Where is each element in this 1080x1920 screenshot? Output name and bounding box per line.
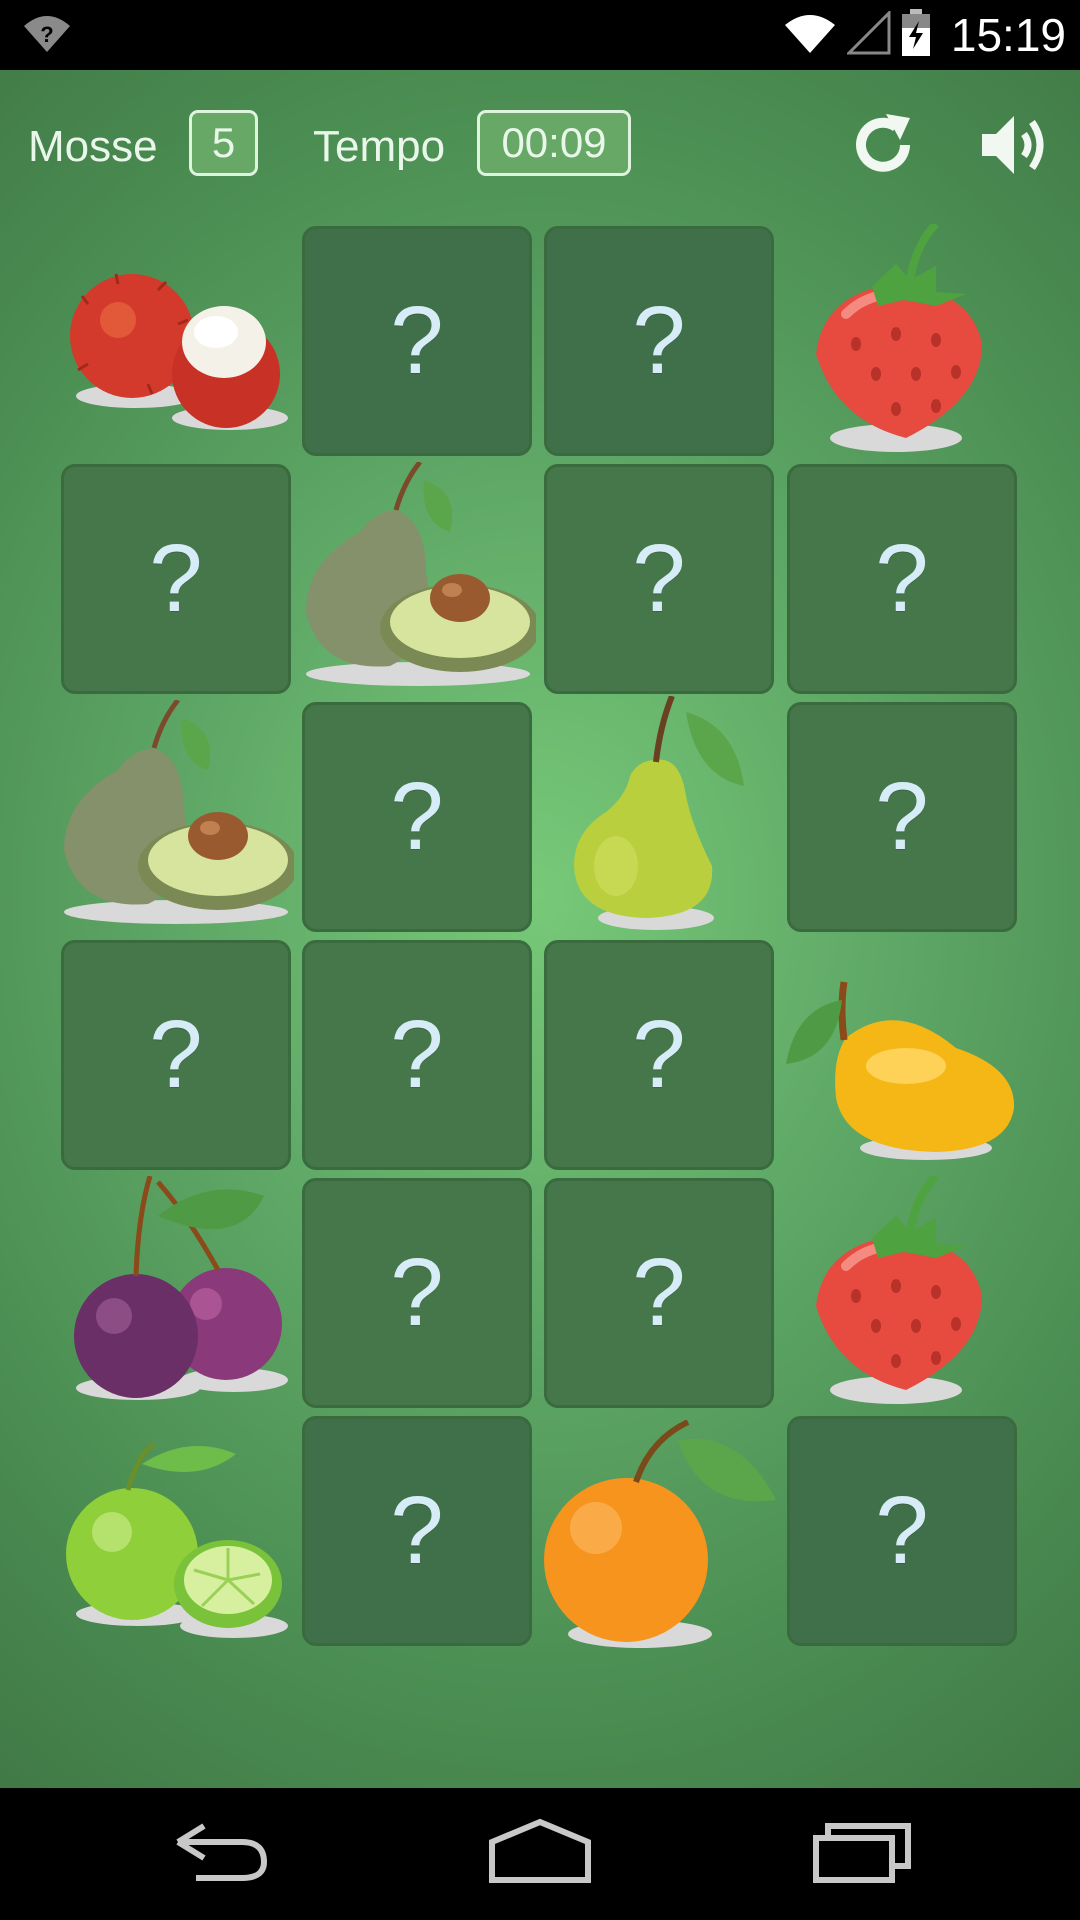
tile-hidden[interactable]: ?	[544, 940, 774, 1170]
status-bar: ? 15:19	[0, 0, 1080, 70]
restart-icon[interactable]	[848, 110, 918, 184]
time-label: Tempo	[313, 122, 446, 171]
tile-hidden[interactable]: ?	[787, 1416, 1017, 1646]
tile-hidden[interactable]: ?	[787, 702, 1017, 932]
tile-pear[interactable]	[556, 694, 792, 932]
tile-question-mark: ?	[875, 1477, 929, 1584]
volume-icon[interactable]	[978, 108, 1052, 186]
tile-question-mark: ?	[875, 763, 929, 870]
tile-question-mark: ?	[390, 1001, 444, 1108]
tile-question-mark: ?	[390, 1239, 444, 1346]
tile-hidden[interactable]: ?	[61, 940, 291, 1170]
tile-hidden[interactable]: ?	[61, 464, 291, 694]
time-counter: 00:09	[477, 110, 631, 176]
tile-plum[interactable]	[58, 1175, 294, 1412]
tile-hidden[interactable]: ?	[302, 1178, 532, 1408]
moves-label: Mosse	[28, 122, 158, 171]
tile-question-mark: ?	[149, 525, 203, 632]
tile-question-mark: ?	[875, 525, 929, 632]
tile-hidden[interactable]: ?	[544, 226, 774, 456]
status-time: 15:19	[950, 9, 1066, 61]
tile-hidden[interactable]: ?	[544, 1178, 774, 1408]
tile-strawberry[interactable]	[786, 1173, 1022, 1412]
tile-avocado[interactable]	[58, 698, 298, 936]
tile-question-mark: ?	[632, 287, 686, 394]
tile-hidden[interactable]: ?	[544, 464, 774, 694]
tile-hidden[interactable]: ?	[302, 226, 532, 456]
tile-orange[interactable]	[540, 1419, 776, 1656]
tile-hidden[interactable]: ?	[302, 1416, 532, 1646]
tile-question-mark: ?	[149, 1001, 203, 1108]
tile-question-mark: ?	[390, 1477, 444, 1584]
tile-hidden[interactable]: ?	[787, 464, 1017, 694]
battery-charging-icon	[901, 9, 931, 61]
tile-lime[interactable]	[58, 1414, 294, 1650]
wifi-question-icon: ?	[22, 12, 72, 58]
home-icon[interactable]	[488, 1818, 592, 1888]
tile-strawberry[interactable]	[786, 221, 1022, 460]
wifi-icon	[783, 11, 837, 59]
signal-icon	[845, 9, 891, 59]
game-area: Mosse 5 Tempo 00:09 ? ? ? ? ? ? ? ? ? ? …	[0, 70, 1080, 1788]
tile-rambutan[interactable]	[58, 224, 294, 460]
tile-mango[interactable]	[786, 938, 1022, 1174]
back-icon[interactable]	[172, 1818, 268, 1888]
tile-avocado[interactable]	[300, 460, 540, 698]
tile-question-mark: ?	[632, 1239, 686, 1346]
tile-question-mark: ?	[632, 525, 686, 632]
tile-question-mark: ?	[390, 763, 444, 870]
recent-apps-icon[interactable]	[812, 1818, 912, 1888]
tile-question-mark: ?	[390, 287, 444, 394]
tile-hidden[interactable]: ?	[302, 940, 532, 1170]
moves-counter: 5	[189, 110, 258, 176]
tile-question-mark: ?	[632, 1001, 686, 1108]
svg-text:?: ?	[40, 22, 53, 47]
tile-hidden[interactable]: ?	[302, 702, 532, 932]
navigation-bar	[0, 1788, 1080, 1920]
